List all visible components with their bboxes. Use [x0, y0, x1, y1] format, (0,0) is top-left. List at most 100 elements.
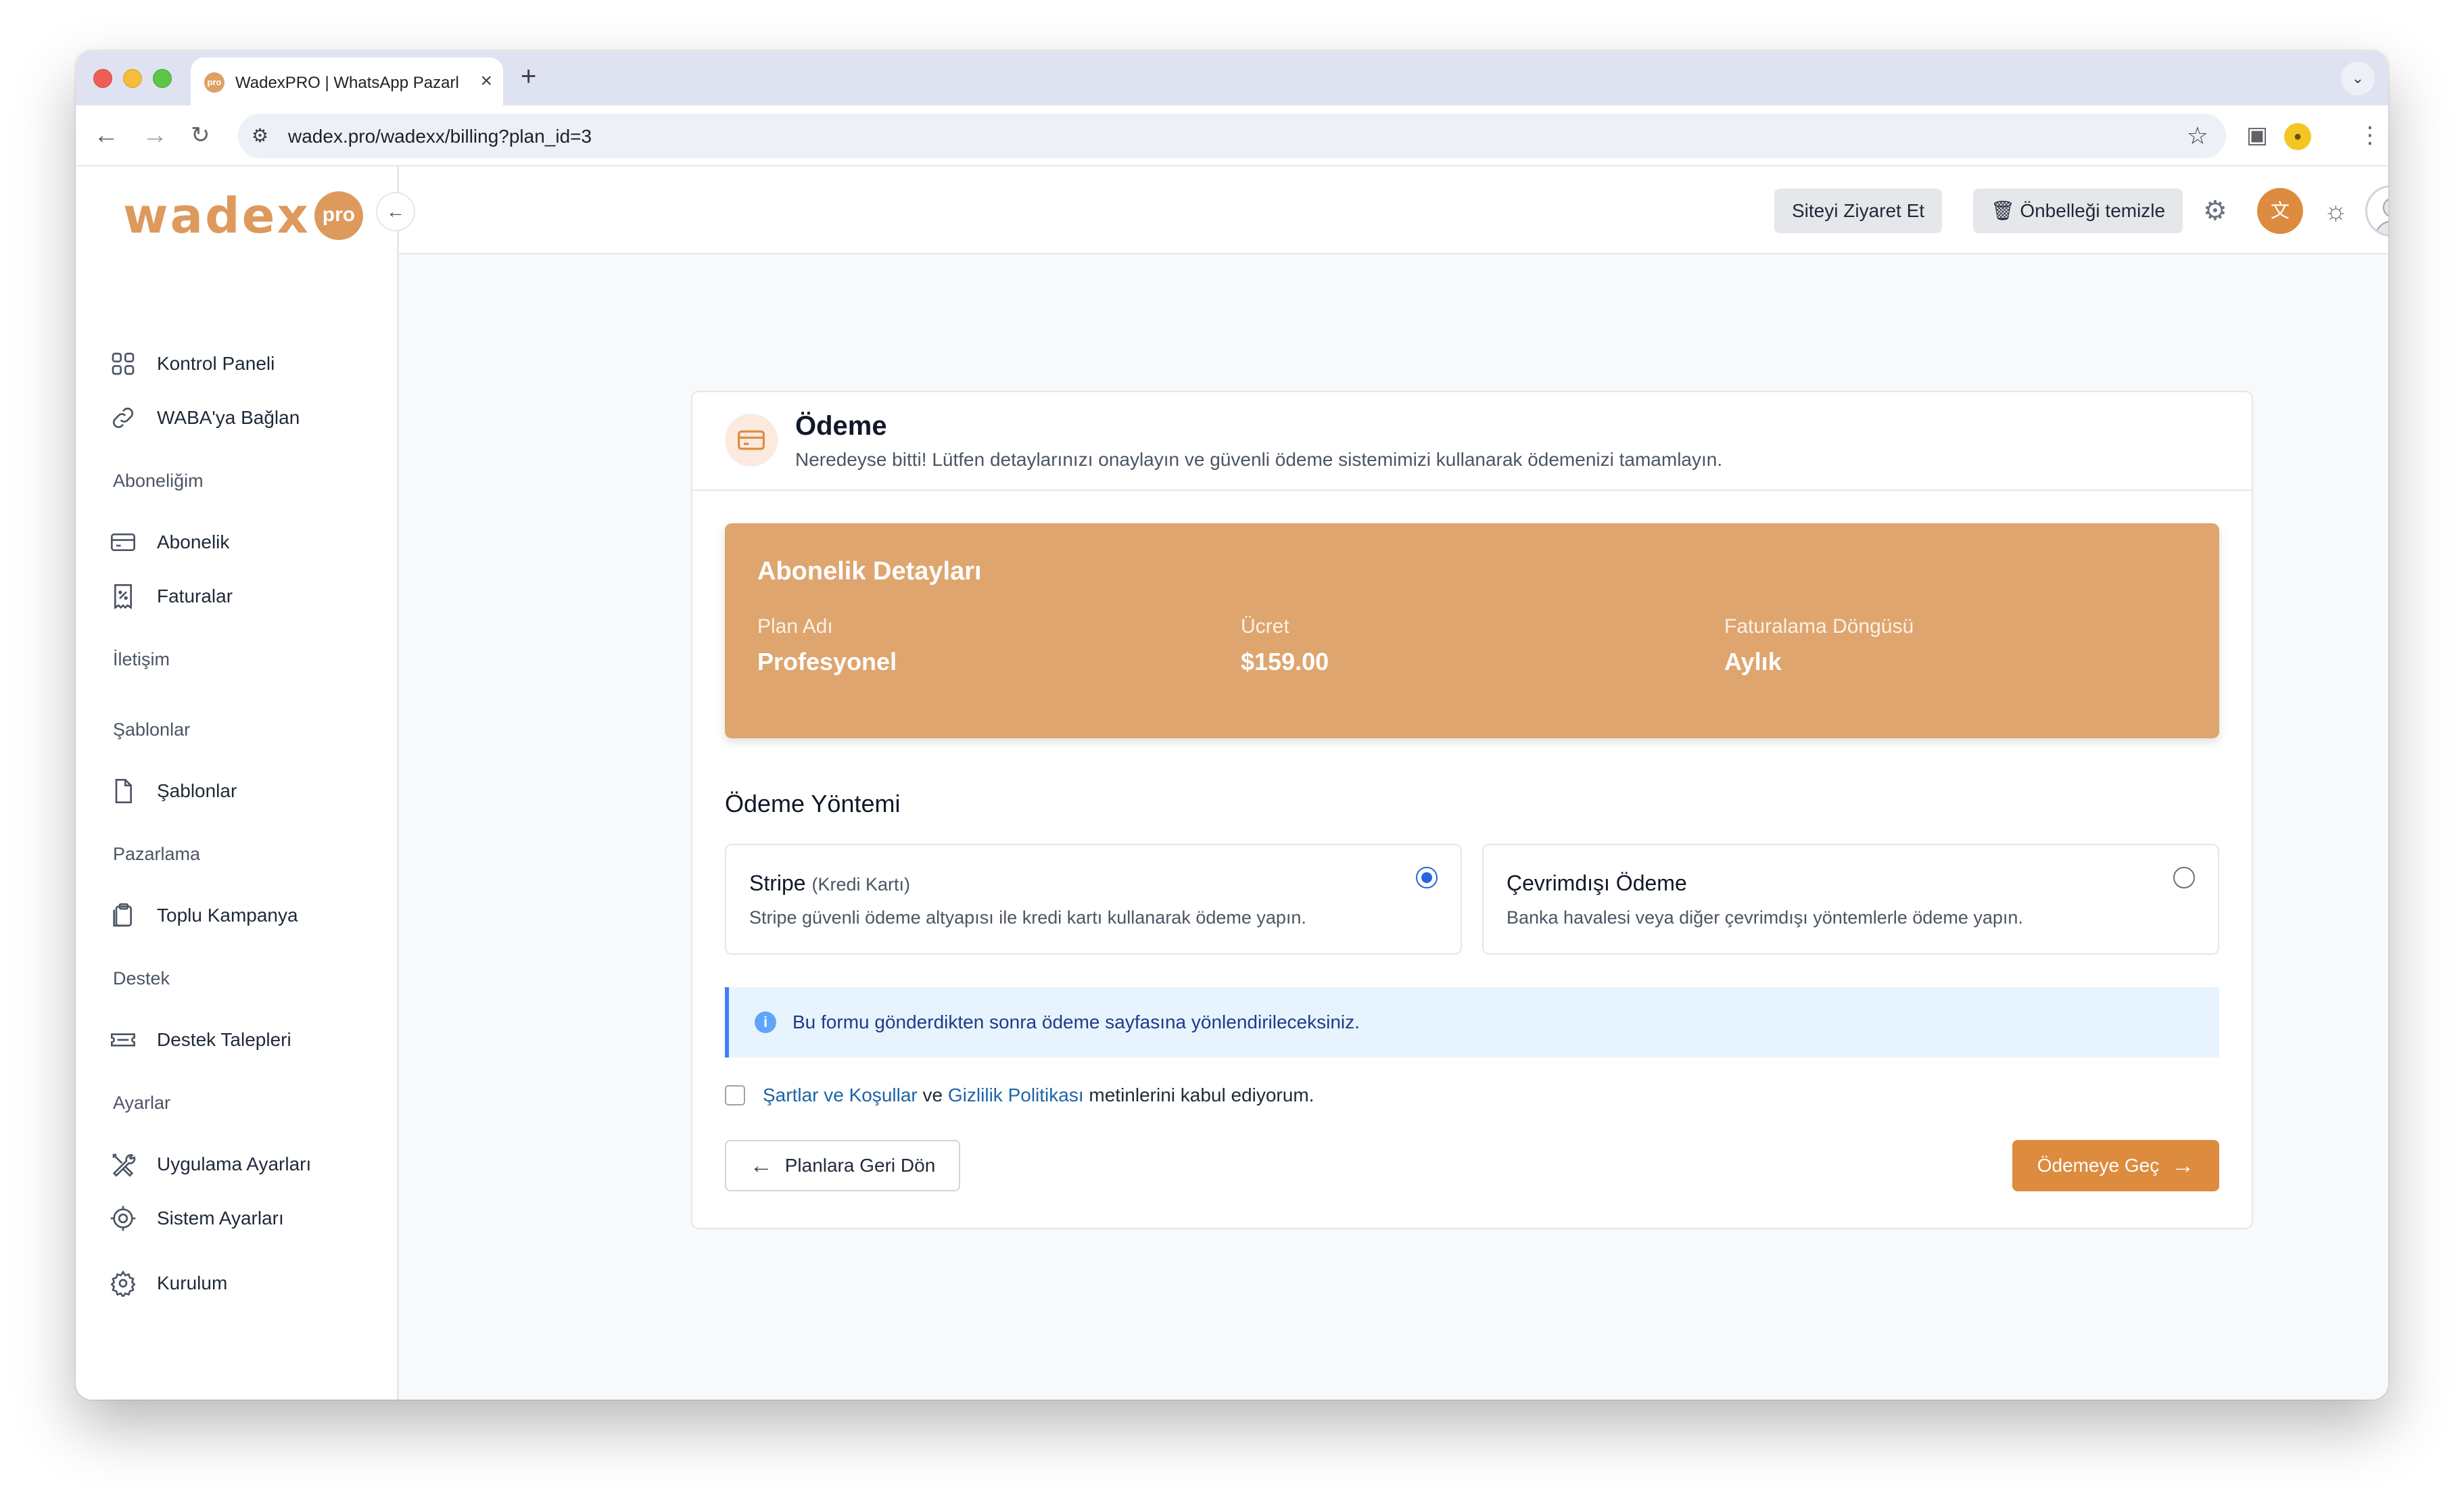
- sidebar-section-subscription: Aboneliğim: [113, 471, 204, 491]
- option-name: Stripe (Kredi Kartı): [749, 871, 910, 896]
- reload-icon[interactable]: ↻: [191, 120, 210, 150]
- page-subtitle: Neredeyse bitti! Lütfen detaylarınızı on…: [795, 449, 1723, 470]
- gear-icon[interactable]: ⚙: [2203, 192, 2227, 230]
- info-text: Bu formu gönderdikten sonra ödeme sayfas…: [792, 1011, 1360, 1032]
- terms-rest: metinlerini kabul ediyorum.: [1089, 1085, 1314, 1105]
- bookmark-star-icon[interactable]: ☆: [2187, 122, 2208, 150]
- sidebar-item-system-settings[interactable]: Sistem Ayarları: [108, 1198, 284, 1239]
- arrow-left-icon: ←: [749, 1152, 773, 1178]
- cycle-value: Aylık: [1724, 648, 1782, 675]
- sidebar-item-label: Şablonlar: [157, 780, 237, 801]
- translate-icon[interactable]: 文: [2257, 188, 2303, 234]
- browser-toolbar: ← → ↻ ⚙ wadex.pro/wadexx/billing?plan_id…: [76, 105, 2388, 166]
- logo-word: wadex: [123, 187, 310, 244]
- terms-checkbox[interactable]: [725, 1085, 745, 1105]
- payment-option-offline[interactable]: Çevrimdışı Ödeme Banka havalesi veya diğ…: [1482, 844, 2219, 955]
- sidebar-section-marketing: Pazarlama: [113, 844, 201, 864]
- proceed-to-payment-button[interactable]: Ödemeye Geç →: [2012, 1140, 2219, 1191]
- option-description: Banka havalesi veya diğer çevrimdışı yön…: [1507, 907, 2023, 928]
- clipboard-icon: [108, 901, 138, 930]
- payment-method-title: Ödeme Yöntemi: [725, 790, 901, 817]
- privacy-link[interactable]: Gizlilik Politikası: [948, 1085, 1084, 1105]
- radio-stripe[interactable]: [1416, 867, 1438, 888]
- profile-icon[interactable]: ●: [2284, 123, 2311, 150]
- sidebar-item-support-tickets[interactable]: Destek Talepleri: [108, 1020, 291, 1060]
- plan-detail: Plan Adı Profesyonel: [757, 615, 897, 676]
- tab-close-icon[interactable]: ×: [480, 70, 492, 93]
- sidebar-item-setup[interactable]: Kurulum: [108, 1263, 227, 1304]
- address-bar[interactable]: ⚙ wadex.pro/wadexx/billing?plan_id=3 ☆: [238, 114, 2226, 158]
- terms-row: Şartlar ve Koşullar ve Gizlilik Politika…: [725, 1085, 1314, 1106]
- sidebar-item-label: Faturalar: [157, 586, 233, 606]
- plan-value: Profesyonel: [757, 648, 897, 675]
- sidebar-section-settings: Ayarlar: [113, 1093, 171, 1113]
- arrow-right-icon: →: [2171, 1152, 2195, 1178]
- tools-icon: [108, 1149, 138, 1179]
- pay-button-label: Ödemeye Geç: [2037, 1155, 2160, 1176]
- sidebar-item-app-settings[interactable]: Uygulama Ayarları: [108, 1144, 311, 1185]
- sidebar-item-label: Uygulama Ayarları: [157, 1153, 312, 1174]
- sidebar-item-label: WABA'ya Bağlan: [157, 407, 300, 428]
- price-detail: Ücret $159.00: [1241, 615, 1329, 676]
- sidebar-item-bulk-campaign[interactable]: Toplu Kampanya: [108, 895, 298, 936]
- forward-arrow-icon[interactable]: →: [142, 120, 168, 150]
- sidebar-item-dashboard[interactable]: Kontrol Paneli: [108, 343, 275, 384]
- site-info-icon[interactable]: ⚙: [252, 124, 268, 147]
- visit-site-button[interactable]: Siteyi Ziyaret Et: [1774, 189, 1943, 233]
- info-alert: i Bu formu gönderdikten sonra ödeme sayf…: [725, 987, 2219, 1057]
- sidebar-item-label: Kurulum: [157, 1272, 228, 1293]
- url-text: wadex.pro/wadexx/billing?plan_id=3: [288, 126, 592, 147]
- avatar[interactable]: [2365, 185, 2388, 237]
- menu-dots-icon[interactable]: ⋮: [2359, 122, 2382, 149]
- radio-offline[interactable]: [2173, 867, 2195, 888]
- minimize-window-button[interactable]: [123, 69, 142, 88]
- terms-text: Şartlar ve Koşullar ve Gizlilik Politika…: [763, 1085, 1314, 1106]
- sidebar-item-label: Kontrol Paneli: [157, 353, 275, 374]
- sidebar-section-support: Destek: [113, 968, 170, 988]
- cycle-label: Faturalama Döngüsü: [1724, 615, 1914, 638]
- settings-icon: [108, 1268, 138, 1298]
- credit-card-icon: [725, 414, 778, 467]
- extension-icon[interactable]: ▣: [2246, 122, 2268, 149]
- tab-title: WadexPRO | WhatsApp Pazarlama: [235, 74, 458, 92]
- sidebar-item-subscription[interactable]: Abonelik: [108, 522, 229, 563]
- maximize-window-button[interactable]: [153, 69, 172, 88]
- back-arrow-icon[interactable]: ←: [93, 120, 119, 150]
- top-header: Siteyi Ziyaret Et 🗑 Önbelleği temizle ⚙ …: [399, 166, 2388, 254]
- favicon-icon: pro: [204, 72, 224, 93]
- browser-tab[interactable]: pro WadexPRO | WhatsApp Pazarlama ×: [191, 57, 503, 105]
- option-name-sub: (Kredi Kartı): [811, 874, 911, 895]
- info-icon: i: [755, 1011, 776, 1033]
- sidebar-item-label: Abonelik: [157, 531, 230, 552]
- sidebar-item-templates[interactable]: Şablonlar: [108, 771, 237, 811]
- sidebar-item-waba[interactable]: WABA'ya Bağlan: [108, 398, 300, 438]
- clear-cache-button[interactable]: 🗑 Önbelleği temizle: [1973, 189, 2183, 233]
- clear-cache-label: Önbelleği temizle: [2020, 200, 2166, 221]
- main-area: Siteyi Ziyaret Et 🗑 Önbelleği temizle ⚙ …: [399, 166, 2388, 1400]
- cycle-detail: Faturalama Döngüsü Aylık: [1724, 615, 1914, 676]
- sidebar-item-invoices[interactable]: Faturalar: [108, 576, 233, 617]
- payment-option-stripe[interactable]: Stripe (Kredi Kartı) Stripe güvenli ödem…: [725, 844, 1462, 955]
- terms-link[interactable]: Şartlar ve Koşullar: [763, 1085, 918, 1105]
- sidebar-collapse-button[interactable]: ←: [376, 192, 415, 231]
- price-value: $159.00: [1241, 648, 1329, 675]
- back-button-label: Planlara Geri Dön: [784, 1155, 936, 1176]
- new-tab-icon[interactable]: +: [521, 63, 536, 90]
- payment-card: Ödeme Neredeyse bitti! Lütfen detayların…: [691, 391, 2253, 1229]
- sidebar-item-label: Sistem Ayarları: [157, 1208, 284, 1229]
- back-to-plans-button[interactable]: ← Planlara Geri Dön: [725, 1140, 960, 1191]
- logo-badge: pro: [314, 191, 363, 240]
- logo[interactable]: wadex pro: [123, 185, 363, 246]
- plan-label: Plan Adı: [757, 615, 833, 638]
- tab-search-icon[interactable]: ⌄: [2341, 62, 2375, 95]
- invoice-icon: [108, 581, 138, 611]
- sun-icon[interactable]: ☼: [2323, 192, 2348, 230]
- details-title: Abonelik Detayları: [757, 557, 982, 586]
- payment-card-header: Ödeme Neredeyse bitti! Lütfen detayların…: [692, 392, 2252, 491]
- sidebar-section-communication: İletişim: [113, 649, 170, 669]
- browser-window: pro WadexPRO | WhatsApp Pazarlama × + ⌄ …: [76, 51, 2388, 1400]
- card-icon: [108, 527, 138, 557]
- close-window-button[interactable]: [93, 69, 112, 88]
- sidebar-item-label: Destek Talepleri: [157, 1029, 291, 1050]
- sidebar-item-label: Toplu Kampanya: [157, 905, 298, 926]
